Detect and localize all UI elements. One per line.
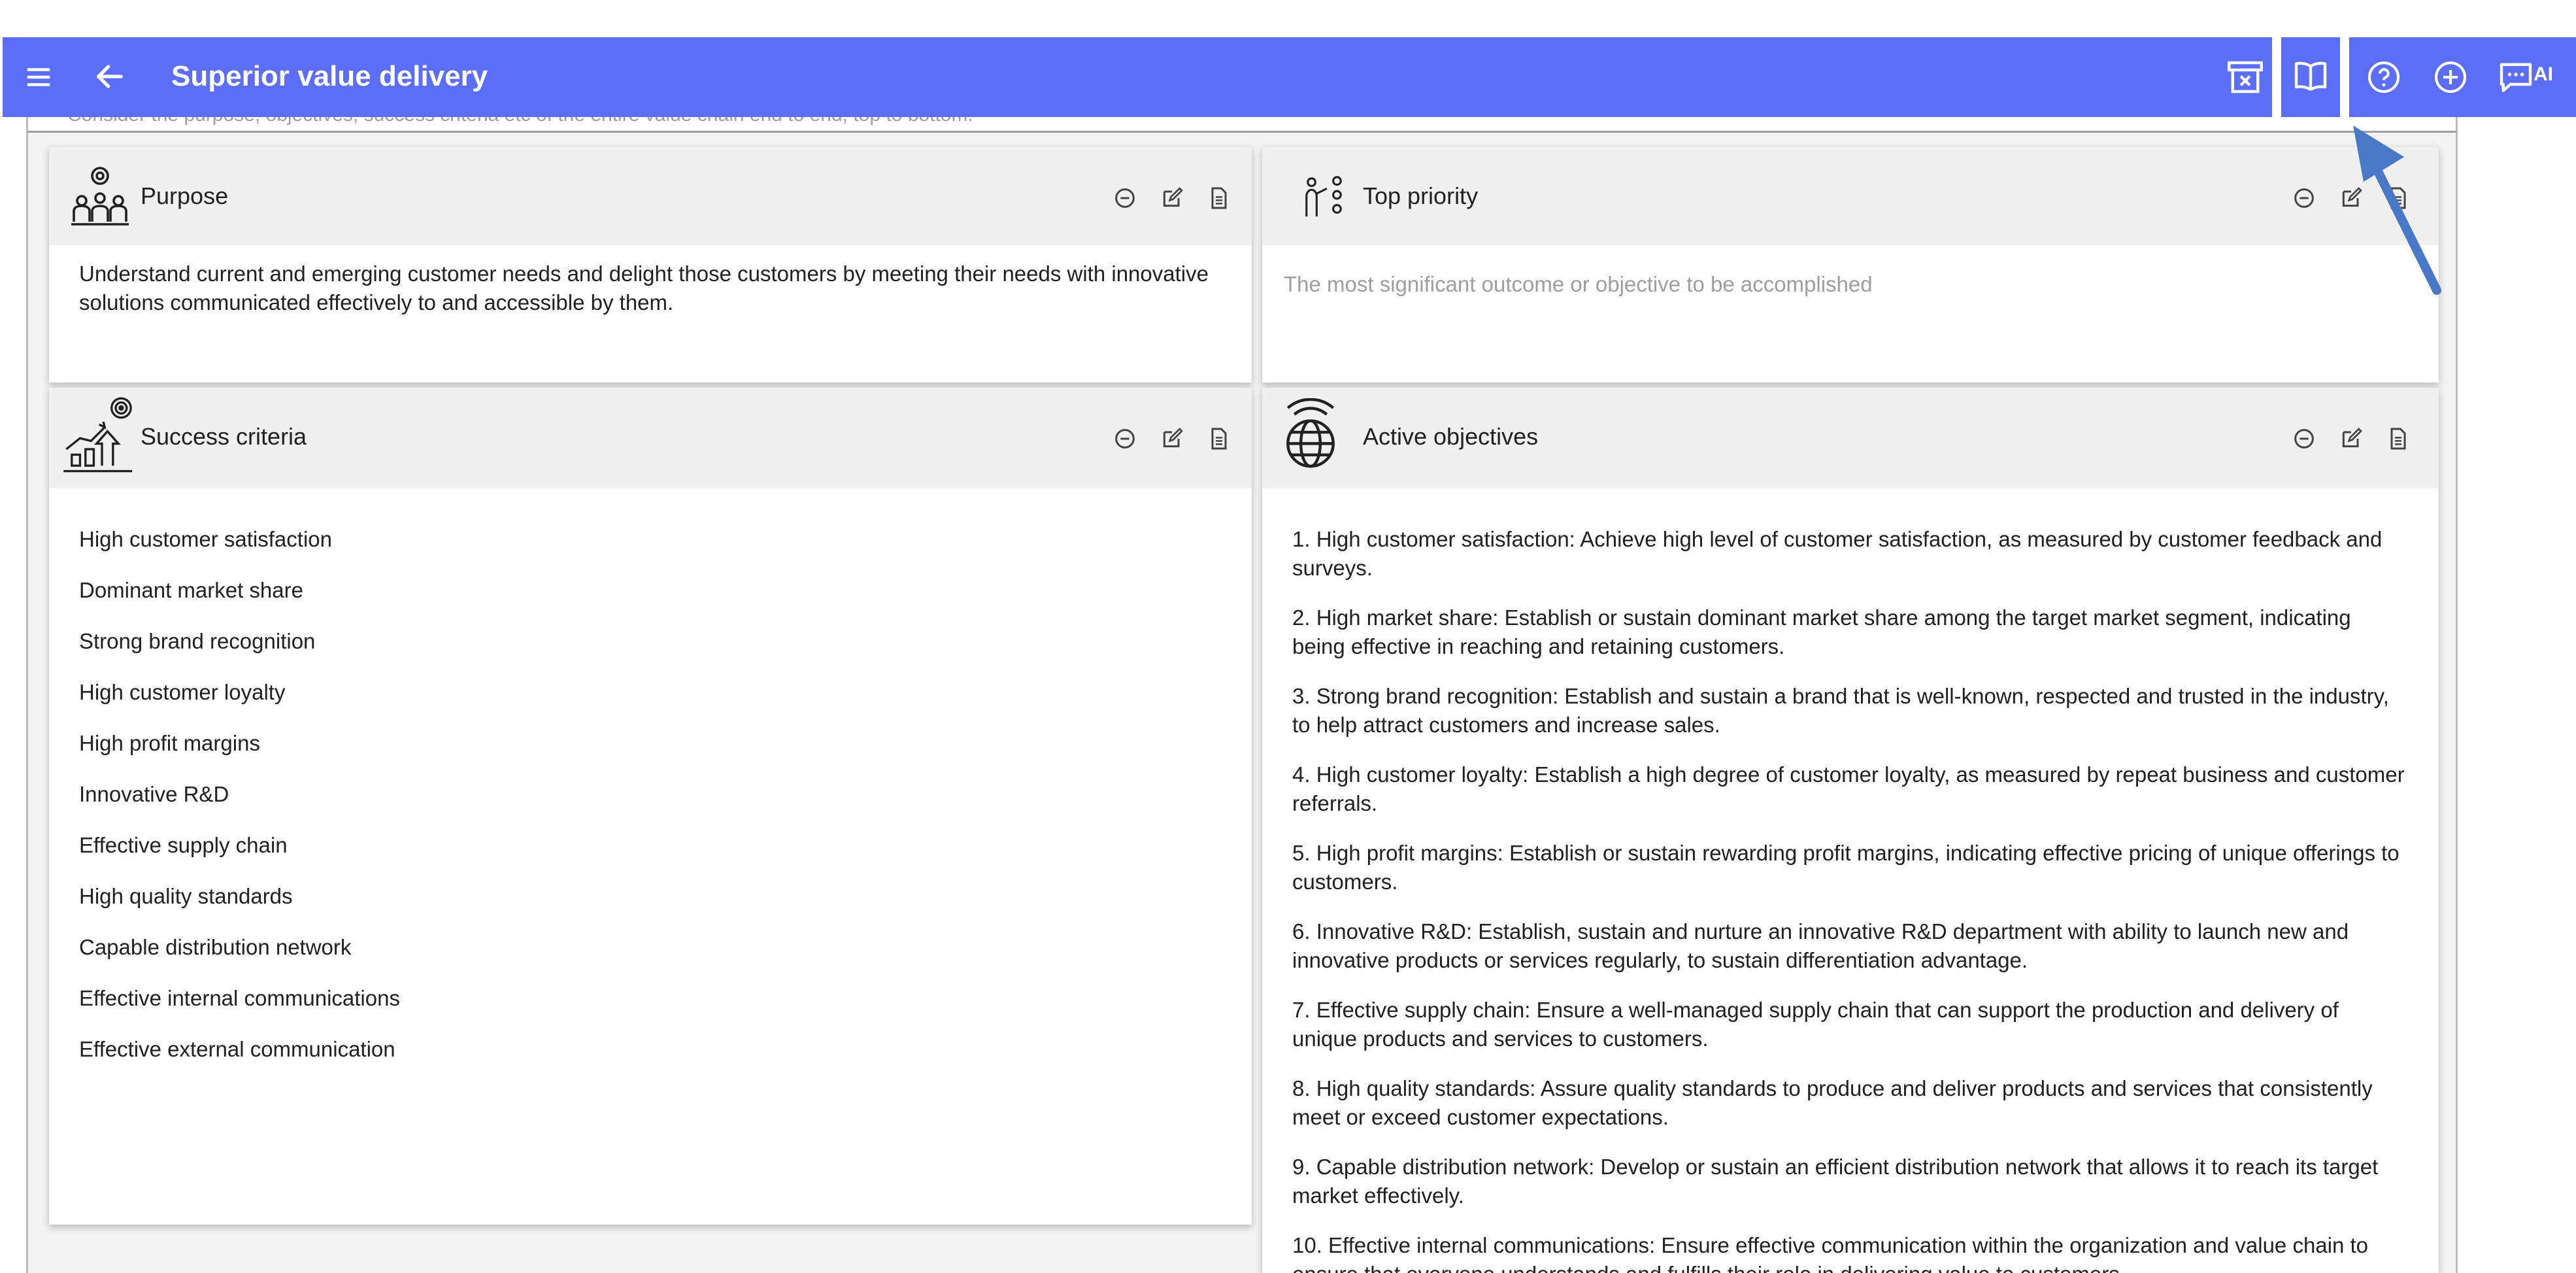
success-criteria-card: Success criteria High customer satisfact… (49, 388, 1252, 1225)
list-item: 2. High market share: Establish or susta… (1292, 605, 2351, 658)
chat-icon[interactable] (2494, 56, 2537, 99)
list-item: High customer loyalty (79, 680, 286, 704)
description-strip: Consider the purpose, objectives, succes… (26, 117, 2458, 133)
list-item: Innovative R&D (79, 782, 229, 806)
team-icon (66, 164, 134, 232)
card-header: Success criteria (49, 388, 1252, 488)
card-title: Success criteria (141, 423, 307, 450)
purpose-card: Purpose Understand current and emerging … (49, 147, 1252, 382)
document-icon[interactable] (1206, 185, 1232, 211)
list-item: 1. High customer satisfaction: Achieve h… (1292, 527, 2383, 580)
add-circle-icon[interactable] (2429, 56, 2472, 99)
top-priority-placeholder[interactable]: The most significant outcome or objectiv… (1284, 270, 2409, 299)
list-item: 7. Effective supply chain: Ensure a well… (1292, 998, 2339, 1051)
collapse-icon[interactable] (1112, 185, 1138, 211)
back-arrow-icon[interactable] (91, 59, 129, 93)
list-item: 9. Capable distribution network: Develop… (1292, 1155, 2379, 1208)
list-item: Effective supply chain (79, 833, 288, 857)
open-book-icon (2289, 56, 2332, 99)
page-title: Superior value delivery (171, 60, 488, 92)
list-item: High profit margins (79, 731, 260, 755)
edit-icon[interactable] (1159, 426, 1185, 452)
description-text: Consider the purpose, objectives, succes… (67, 117, 973, 126)
app-bar: Superior value delivery AI (3, 37, 2576, 117)
list-item: 10. Effective internal communications: E… (1292, 1233, 2369, 1273)
list-item: Capable distribution network (79, 935, 352, 959)
guide-button[interactable] (2272, 37, 2349, 117)
annotation-arrow-icon (2353, 126, 2441, 295)
list-item: High customer satisfaction (79, 527, 332, 551)
card-title: Active objectives (1363, 423, 1539, 450)
list-item: 5. High profit margins: Establish or sus… (1292, 841, 2400, 894)
collapse-icon[interactable] (2291, 426, 2317, 452)
list-item: 4. High customer loyalty: Establish a hi… (1292, 762, 2405, 815)
success-criteria-list: High customer satisfaction Dominant mark… (79, 525, 1222, 1086)
card-title: Top priority (1363, 182, 1479, 209)
list-item: 8. High quality standards: Assure qualit… (1292, 1076, 2373, 1129)
archive-icon[interactable] (2224, 56, 2267, 99)
list-item: Effective internal communications (79, 986, 400, 1010)
help-icon[interactable] (2362, 56, 2405, 99)
document-icon[interactable] (1206, 426, 1232, 452)
card-title: Purpose (141, 182, 229, 209)
collapse-icon[interactable] (2291, 185, 2317, 211)
active-objectives-card: Active objectives 1. High customer satis… (1262, 388, 2439, 1273)
edit-icon[interactable] (2338, 426, 2364, 452)
edit-icon[interactable] (1159, 185, 1185, 211)
card-header: Active objectives (1262, 388, 2439, 488)
card-header: Purpose (49, 147, 1252, 245)
canvas-frame: Purpose Understand current and emerging … (26, 133, 2458, 1273)
document-icon[interactable] (2385, 426, 2411, 452)
card-header: Top priority (1262, 147, 2439, 245)
growth-chart-icon (61, 394, 143, 477)
card-tools (2291, 426, 2411, 452)
list-item: 6. Innovative R&D: Establish, sustain an… (1292, 919, 2349, 972)
collapse-icon[interactable] (1112, 426, 1138, 452)
list-item: Strong brand recognition (79, 629, 316, 653)
ai-label[interactable]: AI (2534, 63, 2553, 86)
list-item: High quality standards (79, 884, 293, 908)
target-person-icon (1301, 173, 1347, 219)
card-tools (1112, 426, 1232, 452)
list-item: Dominant market share (79, 578, 303, 602)
globe-signal-icon (1278, 398, 1343, 473)
list-item: Effective external communication (79, 1037, 395, 1061)
purpose-text: Understand current and emerging customer… (79, 262, 1209, 314)
top-priority-card: Top priority The most significant outcom… (1262, 147, 2439, 382)
card-tools (1112, 185, 1232, 211)
active-objectives-list: 1. High customer satisfaction: Achieve h… (1292, 525, 2409, 1273)
menu-icon[interactable] (22, 62, 55, 92)
list-item: 3. Strong brand recognition: Establish a… (1292, 684, 2389, 737)
